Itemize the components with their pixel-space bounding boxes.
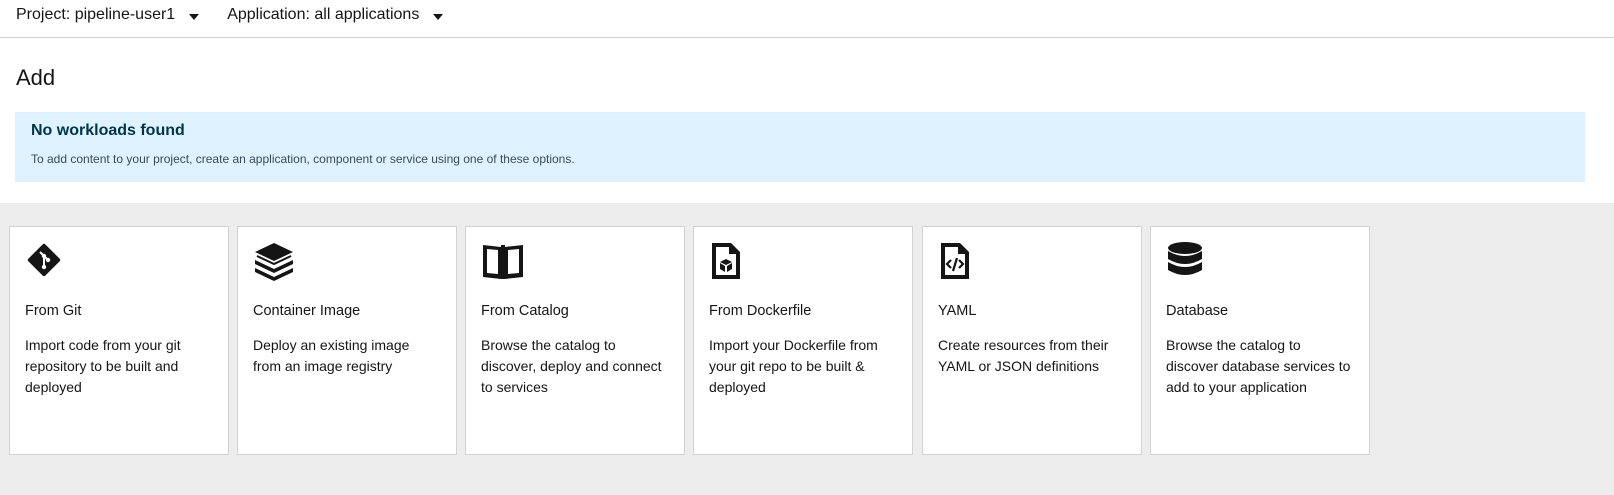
card-description: Deploy an existing image from an image r…: [253, 337, 410, 374]
card-description: Browse the catalog to discover database …: [1166, 337, 1351, 395]
caret-down-icon: [189, 13, 200, 20]
card-description: Import your Dockerfile from your git rep…: [709, 337, 878, 395]
page-header: Add No workloads found To add content to…: [0, 38, 1614, 203]
card-database[interactable]: Database Browse the catalog to discover …: [1150, 226, 1370, 455]
project-selector-label: Project: pipeline-user1: [16, 6, 176, 23]
card-description: Import code from your git repository to …: [25, 337, 181, 395]
card-title: From Dockerfile: [709, 303, 812, 319]
page-title: Add: [16, 65, 56, 90]
alert-body: To add content to your project, create a…: [31, 152, 575, 166]
database-icon: [1166, 241, 1354, 287]
card-title: YAML: [938, 303, 977, 319]
card-description: Browse the catalog to discover, deploy a…: [481, 337, 662, 395]
card-yaml[interactable]: YAML Create resources from their YAML or…: [922, 226, 1142, 455]
card-title: From Catalog: [481, 303, 569, 319]
card-title: Container Image: [253, 303, 361, 319]
context-bar: Project: pipeline-user1 Application: all…: [0, 0, 1614, 38]
dockerfile-icon: [709, 241, 897, 287]
alert-title: No workloads found: [31, 122, 185, 139]
layers-icon: [253, 241, 441, 287]
card-description: Create resources from their YAML or JSON…: [938, 337, 1109, 374]
caret-down-icon: [433, 13, 444, 20]
git-icon: [25, 241, 213, 287]
card-from-git[interactable]: From Git Import code from your git repos…: [9, 226, 229, 455]
card-title: From Git: [25, 303, 82, 319]
application-selector-label: Application: all applications: [227, 6, 420, 23]
catalog-book-icon: [481, 241, 669, 287]
card-container-image[interactable]: Container Image Deploy an existing image…: [237, 226, 457, 455]
add-options-gallery: From Git Import code from your git repos…: [0, 203, 1614, 495]
yaml-code-file-icon: [938, 241, 1126, 287]
info-alert: No workloads found To add content to you…: [15, 112, 1585, 182]
project-selector[interactable]: Project: pipeline-user1: [16, 6, 200, 24]
card-from-dockerfile[interactable]: From Dockerfile Import your Dockerfile f…: [693, 226, 913, 455]
application-selector[interactable]: Application: all applications: [227, 6, 444, 24]
card-from-catalog[interactable]: From Catalog Browse the catalog to disco…: [465, 226, 685, 455]
card-title: Database: [1166, 303, 1229, 319]
